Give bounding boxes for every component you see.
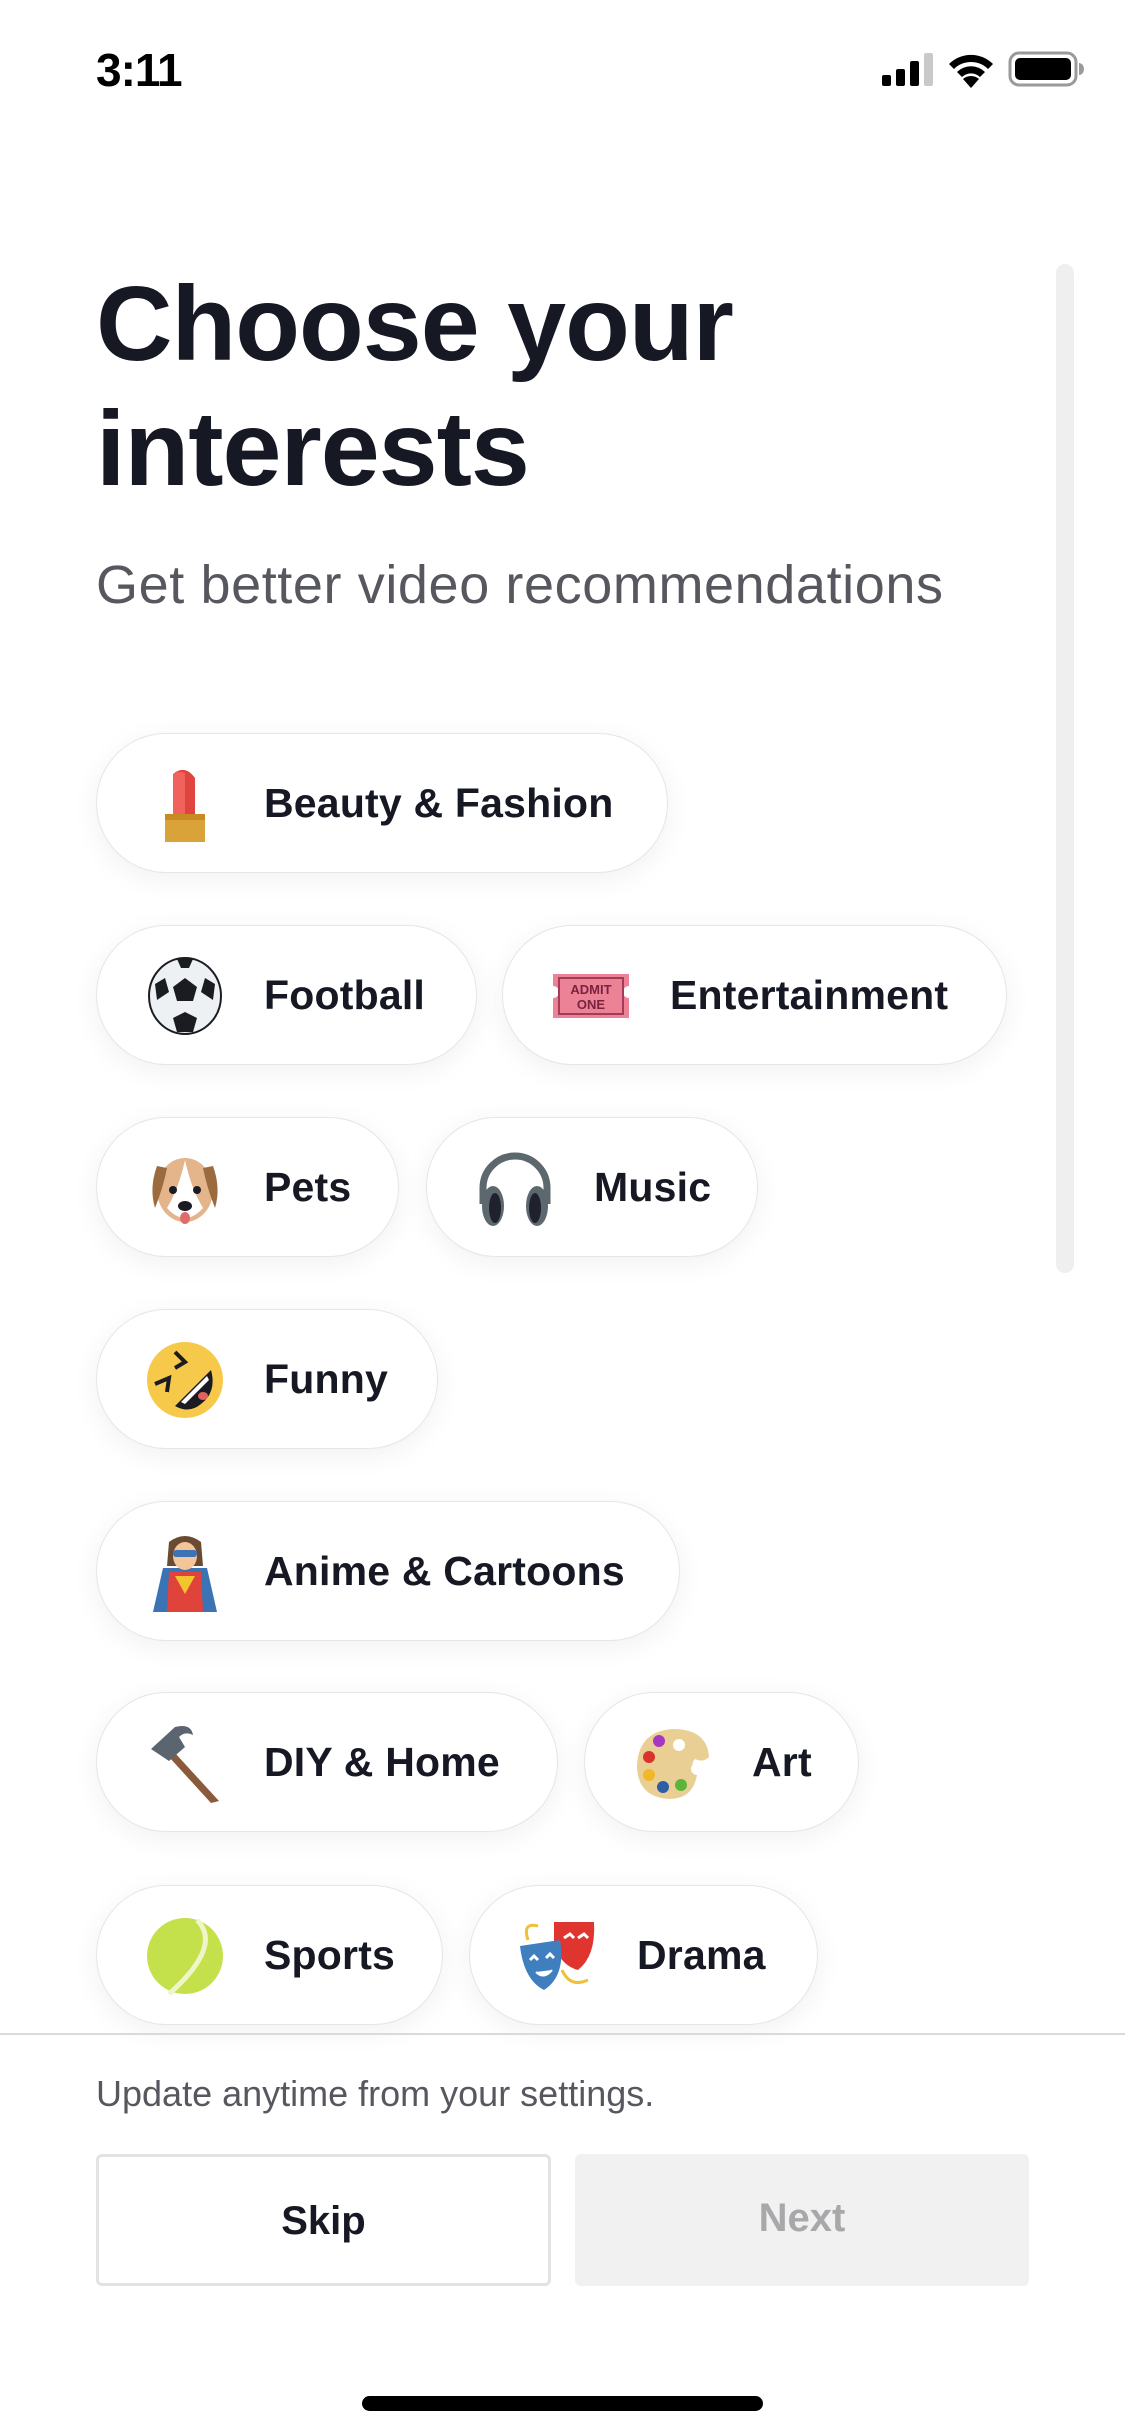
headphones-icon (475, 1148, 555, 1228)
skip-button[interactable]: Skip (96, 2154, 551, 2286)
interest-chip-anime-cartoons[interactable]: Anime & Cartoons (96, 1501, 680, 1641)
interest-label: Sports (264, 1932, 396, 1978)
interest-chip-entertainment[interactable]: ADMIT ONE Entertainment (502, 925, 1007, 1065)
interest-label: Music (594, 1164, 712, 1210)
footer-divider (0, 2033, 1125, 2035)
interest-label: Pets (264, 1164, 352, 1210)
interest-chip-sports[interactable]: Sports (96, 1885, 443, 2025)
interest-label: Entertainment (670, 972, 949, 1018)
rolling-laughing-face-icon (145, 1340, 225, 1420)
cellular-signal-icon (882, 53, 934, 86)
page-title-line1: Choose your (96, 265, 734, 383)
interest-label: Funny (264, 1356, 388, 1402)
interest-chip-football[interactable]: Football (96, 925, 477, 1065)
lipstick-icon (145, 764, 225, 844)
next-button[interactable]: Next (575, 2154, 1029, 2286)
interest-label: DIY & Home (264, 1739, 500, 1785)
interest-chip-diy-home[interactable]: DIY & Home (96, 1692, 558, 1832)
scrollbar[interactable] (1056, 264, 1074, 1273)
superhero-icon (145, 1532, 225, 1612)
interest-chip-funny[interactable]: Funny (96, 1309, 438, 1449)
interest-chip-beauty-fashion[interactable]: Beauty & Fashion (96, 733, 668, 873)
admission-ticket-icon: ADMIT ONE (551, 956, 631, 1036)
interest-chip-art[interactable]: Art (584, 1692, 859, 1832)
interest-chip-music[interactable]: Music (426, 1117, 758, 1257)
interest-chip-pets[interactable]: Pets (96, 1117, 399, 1257)
soccer-ball-icon (145, 956, 225, 1036)
wifi-icon (946, 50, 996, 88)
page-subtitle: Get better video recommendations (96, 555, 944, 615)
dog-face-icon (145, 1148, 225, 1228)
artist-palette-icon (633, 1723, 713, 1803)
hammer-icon (145, 1723, 225, 1803)
interest-label: Art (752, 1739, 812, 1785)
status-time: 3:11 (96, 44, 183, 96)
page-title: Choose your interests (96, 262, 734, 512)
home-indicator[interactable] (362, 2396, 763, 2411)
interest-label: Beauty & Fashion (264, 780, 614, 826)
performing-arts-icon (518, 1916, 598, 1996)
page-title-line2: interests (96, 390, 530, 508)
settings-hint: Update anytime from your settings. (96, 2073, 655, 2114)
svg-text:ONE: ONE (577, 997, 606, 1012)
svg-text:ADMIT: ADMIT (570, 982, 611, 997)
interest-chip-drama[interactable]: Drama (469, 1885, 818, 2025)
interest-label: Drama (637, 1932, 766, 1978)
interest-label: Anime & Cartoons (264, 1548, 625, 1594)
battery-icon (1008, 51, 1084, 87)
tennis-ball-icon (145, 1916, 225, 1996)
interest-label: Football (264, 972, 426, 1018)
